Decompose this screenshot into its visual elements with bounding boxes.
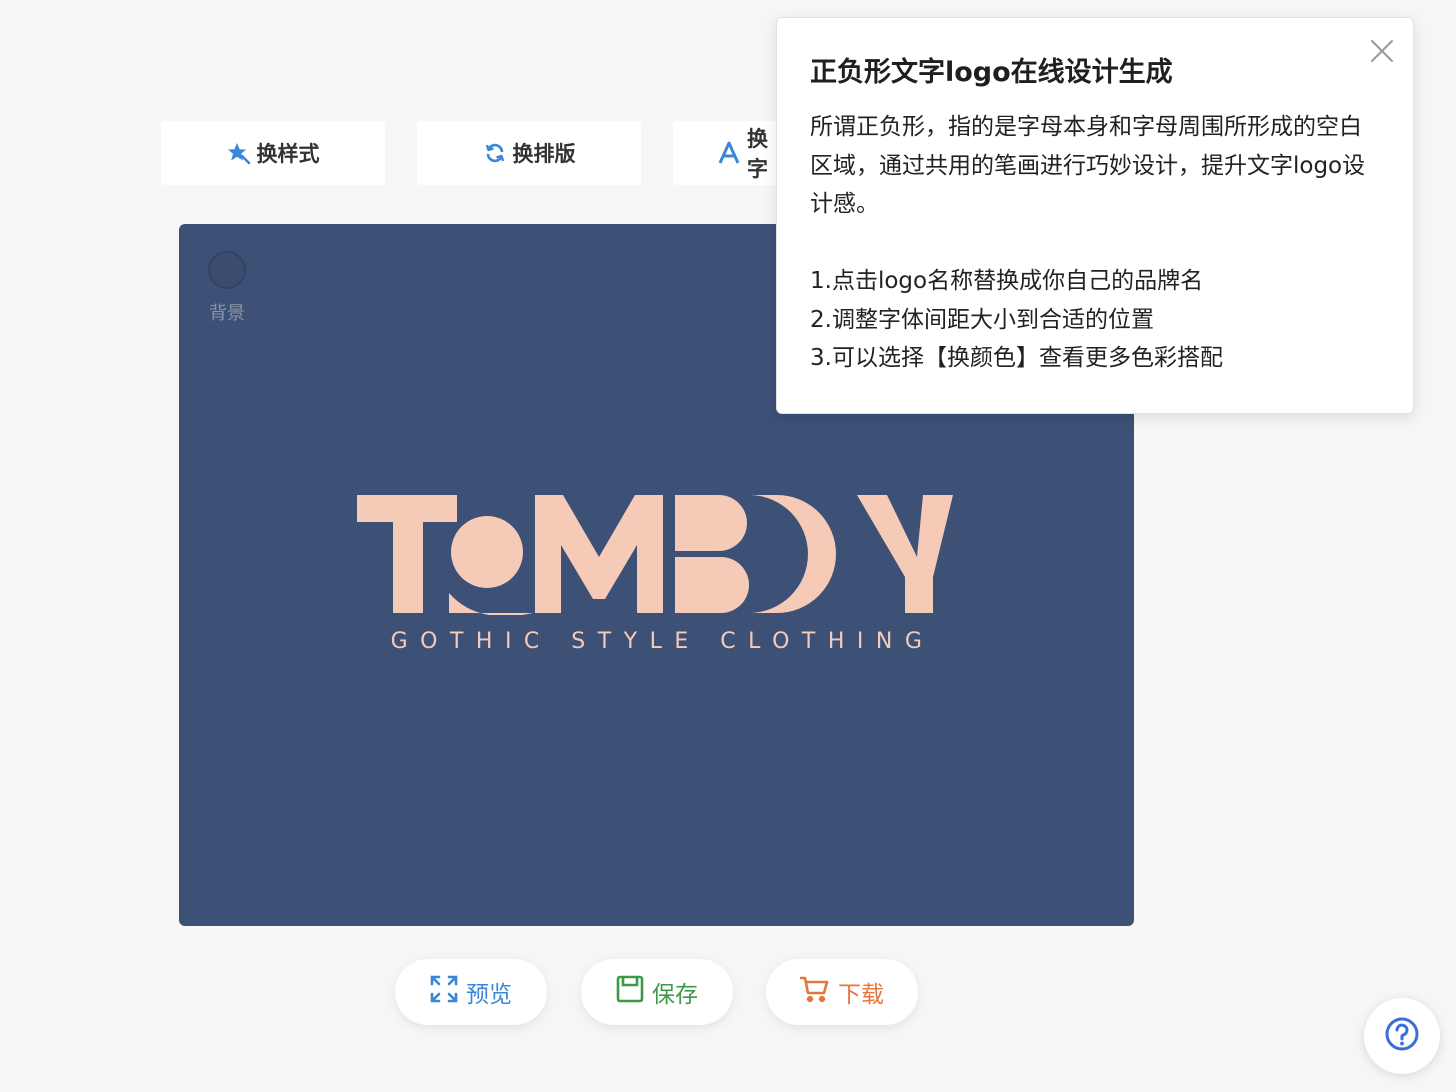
floppy-disk-icon — [616, 975, 644, 1009]
shopping-cart-icon — [799, 975, 830, 1009]
save-label: 保存 — [652, 982, 698, 1008]
info-popover: 正负形文字logo在线设计生成 所谓正负形，指的是字母本身和字母周围所形成的空白… — [776, 17, 1414, 414]
popover-step: 2.调整字体间距大小到合适的位置 — [810, 306, 1154, 333]
change-layout-button[interactable]: 换排版 — [417, 121, 641, 185]
preview-button[interactable]: 预览 — [395, 959, 547, 1025]
popover-description: 所谓正负形，指的是字母本身和字母周围所形成的空白区域，通过共用的笔画进行巧妙设计… — [810, 114, 1366, 217]
background-swatch[interactable] — [208, 251, 246, 289]
popover-step: 1.点击logo名称替换成你自己的品牌名 — [810, 268, 1204, 294]
popover-step: 3.可以选择【换颜色】查看更多色彩搭配 — [810, 345, 1223, 371]
change-style-label: 换样式 — [256, 142, 320, 166]
font-letter-icon — [717, 141, 741, 165]
help-button[interactable] — [1364, 998, 1440, 1074]
background-picker[interactable]: 背景 — [205, 251, 249, 325]
popover-spacer — [810, 224, 1379, 263]
download-label: 下载 — [838, 982, 884, 1008]
expand-icon — [430, 975, 458, 1009]
popover-body: 所谓正负形，指的是字母本身和字母周围所形成的空白区域，通过共用的笔画进行巧妙设计… — [810, 108, 1379, 378]
change-layout-label: 换排版 — [512, 142, 576, 166]
magic-star-icon — [227, 141, 251, 165]
background-label: 背景 — [209, 303, 245, 324]
preview-label: 预览 — [466, 982, 512, 1008]
download-button[interactable]: 下载 — [766, 959, 918, 1025]
change-font-label: 换字 — [747, 127, 768, 181]
popover-title: 正负形文字logo在线设计生成 — [810, 57, 1173, 88]
change-font-button[interactable]: 换字 — [673, 121, 777, 185]
slogan-text[interactable]: GOTHIC STYLE CLOTHING — [179, 629, 1134, 654]
question-mark-icon — [1384, 1016, 1420, 1056]
refresh-icon — [483, 141, 507, 165]
close-icon[interactable] — [1369, 38, 1395, 64]
save-button[interactable]: 保存 — [581, 959, 733, 1025]
change-style-button[interactable]: 换样式 — [161, 121, 385, 185]
tomboy-logo[interactable] — [357, 495, 957, 615]
